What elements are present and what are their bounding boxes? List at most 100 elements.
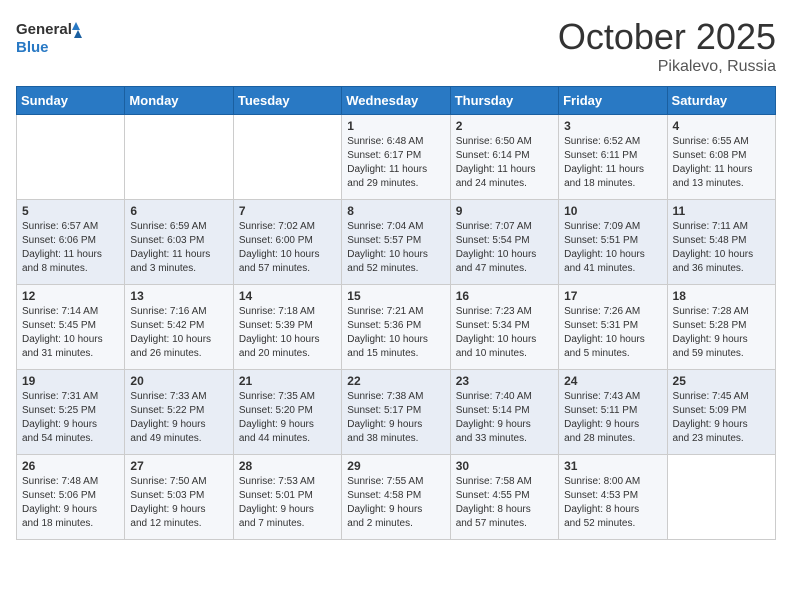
day-info: Sunrise: 7:50 AM Sunset: 5:03 PM Dayligh… [130, 475, 227, 531]
header-cell: Sunday [17, 87, 125, 115]
day-number: 27 [130, 459, 227, 473]
day-number: 30 [456, 459, 553, 473]
day-number: 21 [239, 374, 336, 388]
month-title: October 2025 [558, 16, 776, 58]
day-number: 9 [456, 204, 553, 218]
day-info: Sunrise: 8:00 AM Sunset: 4:53 PM Dayligh… [564, 475, 661, 531]
header-cell: Friday [559, 87, 667, 115]
location: Pikalevo, Russia [558, 58, 776, 76]
day-info: Sunrise: 7:02 AM Sunset: 6:00 PM Dayligh… [239, 220, 336, 276]
calendar-week-row: 19Sunrise: 7:31 AM Sunset: 5:25 PM Dayli… [17, 370, 776, 455]
day-info: Sunrise: 7:35 AM Sunset: 5:20 PM Dayligh… [239, 390, 336, 446]
calendar-day-cell [17, 115, 125, 200]
calendar-day-cell: 19Sunrise: 7:31 AM Sunset: 5:25 PM Dayli… [17, 370, 125, 455]
day-info: Sunrise: 6:59 AM Sunset: 6:03 PM Dayligh… [130, 220, 227, 276]
day-number: 1 [347, 119, 444, 133]
calendar-day-cell: 8 Sunrise: 7:04 AM Sunset: 5:57 PM Daylig… [342, 200, 450, 285]
calendar-day-cell [667, 455, 775, 540]
day-info: Sunrise: 7:09 AM Sunset: 5:51 PM Dayligh… [564, 220, 661, 276]
day-number: 10 [564, 204, 661, 218]
day-info: Sunrise: 6:52 AM Sunset: 6:11 PM Dayligh… [564, 135, 661, 191]
calendar-week-row: 5 Sunrise: 6:57 AM Sunset: 6:06 PM Daylig… [17, 200, 776, 285]
calendar-week-row: 26 Sunrise: 7:48 AM Sunset: 5:06 PM Dayli… [17, 455, 776, 540]
calendar-day-cell: 21 Sunrise: 7:35 AM Sunset: 5:20 PM Dayli… [233, 370, 341, 455]
svg-text:Blue: Blue [16, 39, 49, 56]
day-info: Sunrise: 7:43 AM Sunset: 5:11 PM Dayligh… [564, 390, 661, 446]
day-info: Sunrise: 7:58 AM Sunset: 4:55 PM Dayligh… [456, 475, 553, 531]
calendar-day-cell: 26 Sunrise: 7:48 AM Sunset: 5:06 PM Dayli… [17, 455, 125, 540]
calendar-day-cell: 6Sunrise: 6:59 AM Sunset: 6:03 PM Daylig… [125, 200, 233, 285]
day-number: 24 [564, 374, 661, 388]
calendar-day-cell: 1Sunrise: 6:48 AM Sunset: 6:17 PM Daylig… [342, 115, 450, 200]
day-info: Sunrise: 7:55 AM Sunset: 4:58 PM Dayligh… [347, 475, 444, 531]
calendar-day-cell: 13 Sunrise: 7:16 AM Sunset: 5:42 PM Dayli… [125, 285, 233, 370]
calendar-day-cell: 29 Sunrise: 7:55 AM Sunset: 4:58 PM Dayli… [342, 455, 450, 540]
day-number: 23 [456, 374, 553, 388]
calendar-day-cell: 4Sunrise: 6:55 AM Sunset: 6:08 PM Daylig… [667, 115, 775, 200]
calendar-week-row: 12Sunrise: 7:14 AM Sunset: 5:45 PM Dayli… [17, 285, 776, 370]
calendar-day-cell: 17 Sunrise: 7:26 AM Sunset: 5:31 PM Dayli… [559, 285, 667, 370]
calendar-day-cell: 20 Sunrise: 7:33 AM Sunset: 5:22 PM Dayli… [125, 370, 233, 455]
day-info: Sunrise: 7:04 AM Sunset: 5:57 PM Dayligh… [347, 220, 444, 276]
calendar-day-cell: 9Sunrise: 7:07 AM Sunset: 5:54 PM Daylig… [450, 200, 558, 285]
day-number: 29 [347, 459, 444, 473]
day-info: Sunrise: 7:33 AM Sunset: 5:22 PM Dayligh… [130, 390, 227, 446]
day-number: 3 [564, 119, 661, 133]
header-cell: Monday [125, 87, 233, 115]
day-number: 2 [456, 119, 553, 133]
day-info: Sunrise: 7:38 AM Sunset: 5:17 PM Dayligh… [347, 390, 444, 446]
day-number: 31 [564, 459, 661, 473]
calendar-day-cell: 25 Sunrise: 7:45 AM Sunset: 5:09 PM Dayli… [667, 370, 775, 455]
day-number: 16 [456, 289, 553, 303]
day-number: 4 [673, 119, 770, 133]
calendar-container: General Blue October 2025 Pikalevo, Russ… [16, 16, 776, 540]
day-info: Sunrise: 7:21 AM Sunset: 5:36 PM Dayligh… [347, 305, 444, 361]
day-number: 28 [239, 459, 336, 473]
calendar-day-cell: 7Sunrise: 7:02 AM Sunset: 6:00 PM Daylig… [233, 200, 341, 285]
calendar-day-cell: 15 Sunrise: 7:21 AM Sunset: 5:36 PM Dayli… [342, 285, 450, 370]
day-number: 25 [673, 374, 770, 388]
day-number: 14 [239, 289, 336, 303]
header-row: SundayMondayTuesdayWednesdayThursdayFrid… [17, 87, 776, 115]
day-number: 13 [130, 289, 227, 303]
calendar-day-cell: 31 Sunrise: 8:00 AM Sunset: 4:53 PM Dayli… [559, 455, 667, 540]
calendar-day-cell: 16Sunrise: 7:23 AM Sunset: 5:34 PM Dayli… [450, 285, 558, 370]
logo-svg: General Blue [16, 16, 86, 61]
day-info: Sunrise: 7:45 AM Sunset: 5:09 PM Dayligh… [673, 390, 770, 446]
calendar-day-cell: 24 Sunrise: 7:43 AM Sunset: 5:11 PM Dayli… [559, 370, 667, 455]
day-info: Sunrise: 7:53 AM Sunset: 5:01 PM Dayligh… [239, 475, 336, 531]
logo: General Blue [16, 16, 86, 61]
calendar-day-cell: 12Sunrise: 7:14 AM Sunset: 5:45 PM Dayli… [17, 285, 125, 370]
calendar-day-cell: 27 Sunrise: 7:50 AM Sunset: 5:03 PM Dayli… [125, 455, 233, 540]
day-info: Sunrise: 7:40 AM Sunset: 5:14 PM Dayligh… [456, 390, 553, 446]
calendar-week-row: 1Sunrise: 6:48 AM Sunset: 6:17 PM Daylig… [17, 115, 776, 200]
calendar-day-cell: 10 Sunrise: 7:09 AM Sunset: 5:51 PM Dayli… [559, 200, 667, 285]
svg-text:General: General [16, 21, 72, 38]
calendar-day-cell: 2 Sunrise: 6:50 AM Sunset: 6:14 PM Daylig… [450, 115, 558, 200]
calendar-day-cell: 14 Sunrise: 7:18 AM Sunset: 5:39 PM Dayli… [233, 285, 341, 370]
calendar-day-cell: 22Sunrise: 7:38 AM Sunset: 5:17 PM Dayli… [342, 370, 450, 455]
day-info: Sunrise: 7:11 AM Sunset: 5:48 PM Dayligh… [673, 220, 770, 276]
day-info: Sunrise: 7:48 AM Sunset: 5:06 PM Dayligh… [22, 475, 119, 531]
calendar-table: SundayMondayTuesdayWednesdayThursdayFrid… [16, 86, 776, 540]
day-number: 18 [673, 289, 770, 303]
calendar-day-cell [125, 115, 233, 200]
header-cell: Tuesday [233, 87, 341, 115]
day-info: Sunrise: 7:18 AM Sunset: 5:39 PM Dayligh… [239, 305, 336, 361]
calendar-day-cell: 5 Sunrise: 6:57 AM Sunset: 6:06 PM Daylig… [17, 200, 125, 285]
title-block: October 2025 Pikalevo, Russia [558, 16, 776, 76]
day-number: 8 [347, 204, 444, 218]
calendar-header: General Blue October 2025 Pikalevo, Russ… [16, 16, 776, 76]
day-number: 5 [22, 204, 119, 218]
calendar-day-cell [233, 115, 341, 200]
header-cell: Wednesday [342, 87, 450, 115]
day-info: Sunrise: 7:16 AM Sunset: 5:42 PM Dayligh… [130, 305, 227, 361]
day-info: Sunrise: 7:26 AM Sunset: 5:31 PM Dayligh… [564, 305, 661, 361]
day-number: 26 [22, 459, 119, 473]
day-info: Sunrise: 6:57 AM Sunset: 6:06 PM Dayligh… [22, 220, 119, 276]
day-info: Sunrise: 6:50 AM Sunset: 6:14 PM Dayligh… [456, 135, 553, 191]
calendar-day-cell: 3 Sunrise: 6:52 AM Sunset: 6:11 PM Daylig… [559, 115, 667, 200]
day-number: 17 [564, 289, 661, 303]
day-number: 20 [130, 374, 227, 388]
day-number: 15 [347, 289, 444, 303]
